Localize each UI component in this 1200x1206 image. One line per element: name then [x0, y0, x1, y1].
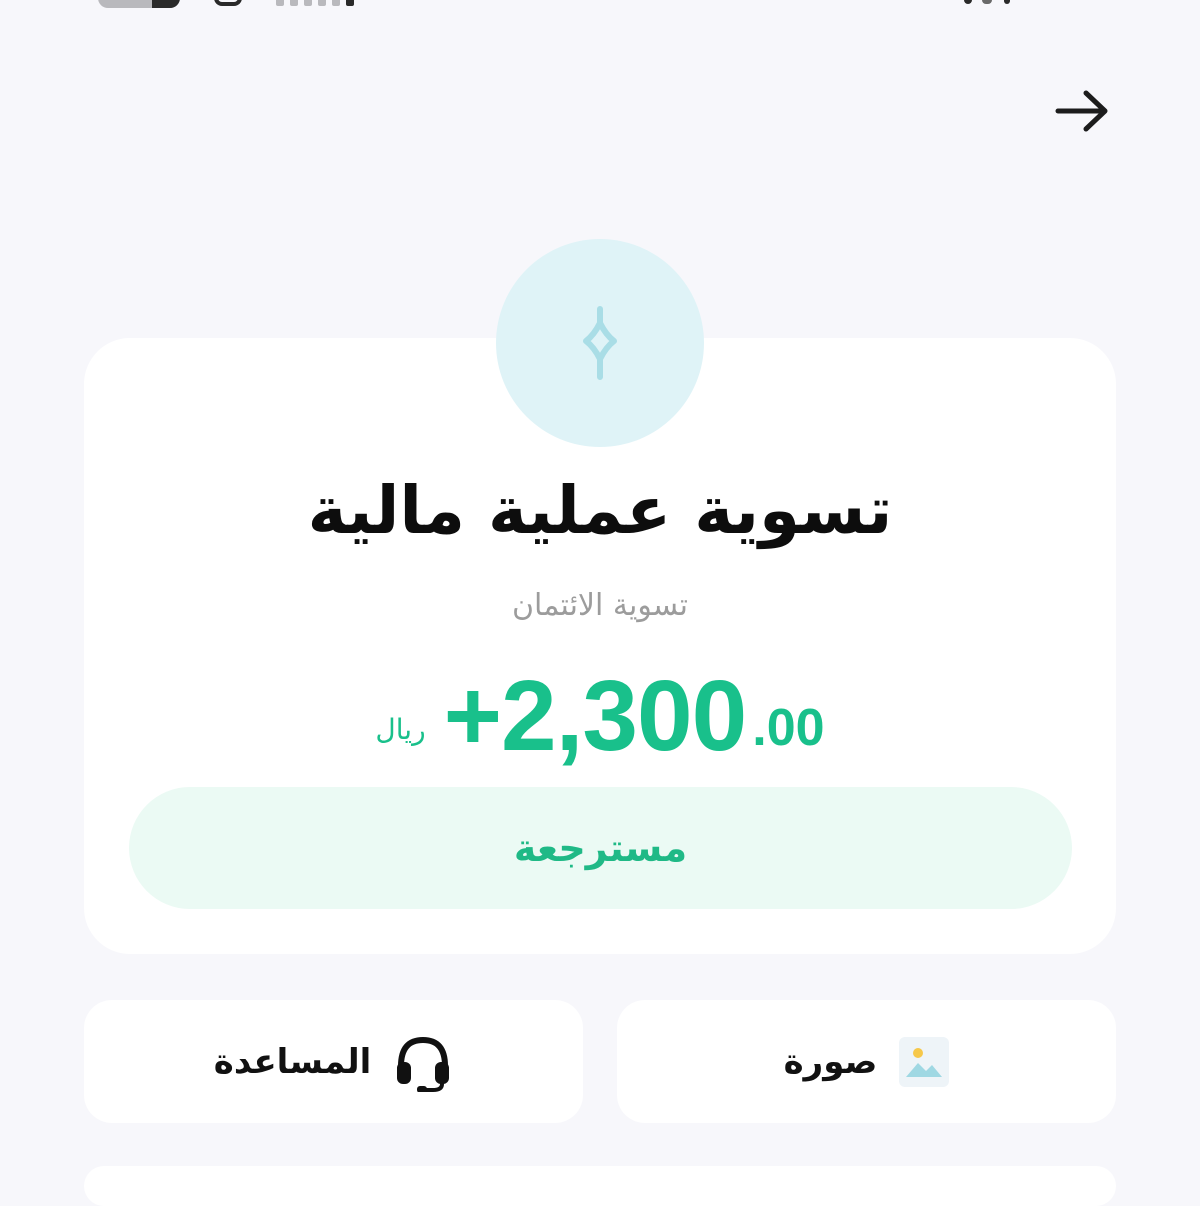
amount-value: +2,300 — [443, 660, 748, 772]
battery-icon — [98, 0, 180, 8]
back-button[interactable] — [1052, 84, 1114, 138]
transaction-title: تسوية عملية مالية — [307, 472, 893, 549]
help-button[interactable]: المساعدة — [84, 1000, 583, 1123]
status-bar — [0, 0, 1200, 12]
status-badge: مسترجعة — [129, 787, 1072, 909]
currency-label: ريال — [375, 713, 426, 746]
image-icon — [899, 1036, 950, 1087]
transaction-avatar — [496, 239, 704, 447]
headset-icon — [393, 1032, 453, 1092]
transaction-subtitle: تسوية الائتمان — [512, 588, 688, 623]
wifi-icon — [214, 0, 242, 6]
status-indicators — [958, 0, 1044, 6]
photo-button[interactable]: صورة — [617, 1000, 1116, 1123]
transaction-amount: ريال +2,300 .00 — [84, 656, 1116, 766]
next-card — [84, 1166, 1116, 1206]
help-label: المساعدة — [213, 1041, 372, 1082]
amount-cents: .00 — [752, 699, 825, 757]
sparkle-icon — [583, 306, 617, 380]
signal-icon — [276, 0, 354, 6]
arrow-right-icon — [1055, 90, 1108, 132]
photo-label: صورة — [783, 1041, 878, 1082]
